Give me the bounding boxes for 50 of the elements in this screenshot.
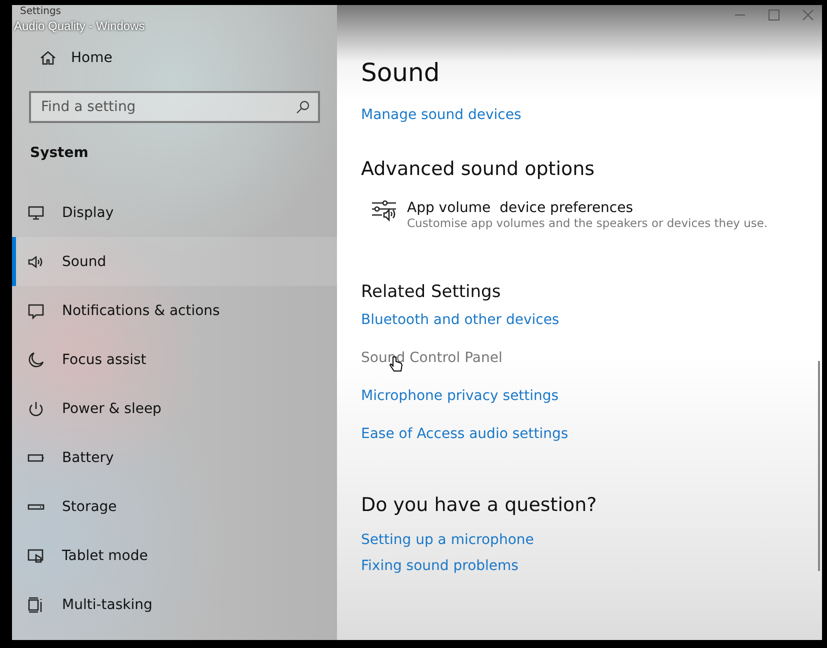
home-label: Home: [71, 50, 112, 66]
sidebar-item[interactable]: Power & sleep: [12, 384, 337, 433]
sidebar-item[interactable]: Storage: [12, 482, 337, 531]
sidebar-item-label: Battery: [62, 450, 114, 466]
scrollbar[interactable]: [818, 361, 820, 571]
search-icon: [296, 100, 310, 114]
window-title: Settings: [20, 6, 62, 18]
settings-link[interactable]: Fixing sound problems: [361, 558, 518, 574]
settings-link[interactable]: Microphone privacy settings: [361, 388, 559, 404]
sidebar-item[interactable]: Sound: [12, 237, 337, 286]
settings-link[interactable]: Manage sound devices: [361, 107, 522, 123]
app-volume-description: Customise app volumes and the speakers or devices they use.: [407, 216, 768, 230]
video-title: Audio Quality - Windows: [14, 19, 145, 33]
section-heading: Do you have a question?: [361, 494, 597, 516]
drive-icon: [27, 504, 45, 510]
page-title: Sound: [361, 58, 440, 87]
home-nav-item[interactable]: Home: [12, 43, 337, 73]
moon-icon: [27, 350, 45, 368]
section-heading: System: [30, 145, 88, 161]
sliders-speaker-icon: [371, 200, 397, 222]
power-icon: [27, 400, 45, 418]
tablet-icon: [27, 546, 45, 564]
settings-link[interactable]: Ease of Access audio settings: [361, 426, 568, 442]
sidebar-item-label: Storage: [62, 498, 117, 514]
section-heading: Related Settings: [361, 282, 501, 302]
search-field[interactable]: Find a setting: [29, 91, 320, 123]
section-heading: Advanced sound options: [361, 158, 595, 180]
settings-link[interactable]: Setting up a microphone: [361, 532, 534, 548]
sidebar-item[interactable]: Notifications & actions: [12, 286, 337, 335]
home-icon: [39, 49, 57, 67]
sidebar-item-label: Focus assist: [62, 352, 146, 368]
settings-link[interactable]: Bluetooth and other devices: [361, 312, 560, 328]
close-icon[interactable]: [802, 9, 814, 21]
maximize-icon[interactable]: [768, 9, 780, 21]
sidebar-item-label: Power & sleep: [62, 400, 162, 416]
sidebar-item[interactable]: Multi-tasking: [12, 580, 337, 629]
monitor-icon: [27, 204, 45, 222]
sidebar-item[interactable]: Focus assist: [12, 335, 337, 384]
settings-link[interactable]: Sound Control Panel: [361, 350, 502, 366]
battery-icon: [27, 454, 45, 462]
message-icon: [27, 302, 45, 320]
sidebar-item-label: Sound: [62, 254, 106, 270]
sidebar-item-label: Multi-tasking: [62, 596, 152, 612]
sidebar-item-label: Tablet mode: [62, 548, 148, 564]
sidebar-item-label: Display: [62, 204, 114, 220]
sidebar-item[interactable]: Display: [12, 188, 337, 237]
sidebar-item[interactable]: Battery: [12, 433, 337, 482]
sidebar-item[interactable]: Tablet mode: [12, 531, 337, 580]
app-volume-title[interactable]: App volume device preferences: [407, 200, 768, 216]
sidebar-item-label: Notifications & actions: [62, 302, 220, 318]
